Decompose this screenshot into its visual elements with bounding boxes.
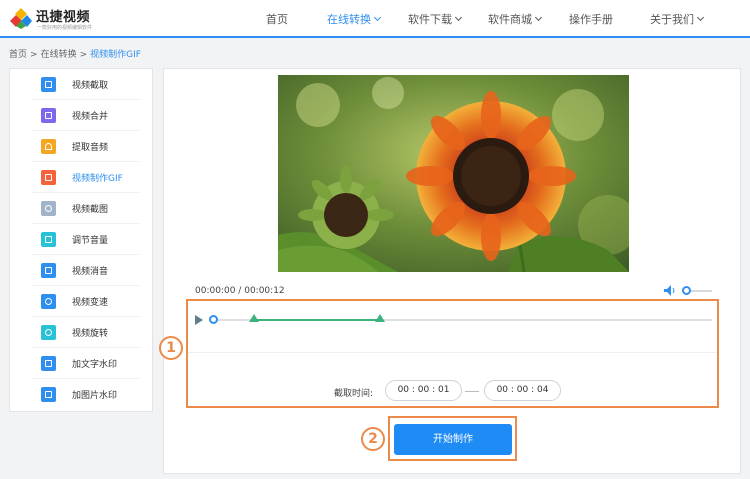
sidebar-item-video-gif[interactable]: 视频制作GIF bbox=[32, 162, 140, 193]
callout-marker-2: 2 bbox=[361, 427, 385, 451]
sidebar-item-label: 提取音频 bbox=[72, 143, 109, 153]
nav-home[interactable]: 首页 bbox=[266, 11, 288, 27]
start-make-button[interactable]: 开始制作 bbox=[394, 424, 512, 455]
range-dash bbox=[465, 391, 479, 392]
sidebar-item-label: 视频消音 bbox=[72, 267, 109, 277]
cut-time-label: 截取时间: bbox=[334, 389, 374, 399]
nav-manual[interactable]: 操作手册 bbox=[569, 11, 613, 27]
sidebar: 视频截取 视频合并 提取音频 视频制作GIF 视频截图 调节音量 视频消音 视频… bbox=[9, 68, 153, 412]
logo-icon[interactable] bbox=[10, 7, 32, 29]
main-panel: 00:00:00 / 00:00:12 截取时间: 00 : 00 : 01 0… bbox=[163, 68, 741, 474]
sidebar-item-video-merge[interactable]: 视频合并 bbox=[32, 100, 140, 131]
brand-name[interactable]: 迅捷视频 bbox=[36, 6, 90, 25]
sidebar-item-label: 视频截图 bbox=[72, 205, 109, 215]
chevron-down-icon bbox=[696, 13, 705, 22]
sidebar-item-image-watermark[interactable]: 加图片水印 bbox=[32, 379, 140, 410]
nav-software-download-label: 软件下载 bbox=[408, 13, 452, 26]
sidebar-item-label: 视频变速 bbox=[72, 298, 109, 308]
sidebar-item-label: 视频截取 bbox=[72, 81, 109, 91]
nav-about[interactable]: 关于我们 bbox=[650, 11, 705, 27]
sidebar-item-adjust-volume[interactable]: 调节音量 bbox=[32, 224, 140, 255]
volume-icon[interactable] bbox=[664, 285, 676, 296]
nav-online-convert[interactable]: 在线转换 bbox=[327, 11, 382, 27]
nav-about-label: 关于我们 bbox=[650, 13, 694, 26]
sidebar-item-video-speed[interactable]: 视频变速 bbox=[32, 286, 140, 317]
current-time: 00:00:00 bbox=[195, 286, 236, 296]
time-separator: / bbox=[238, 286, 242, 296]
timeline-selected-range bbox=[254, 319, 380, 321]
breadcrumb-current: 视频制作GIF bbox=[90, 50, 141, 60]
scissors-icon bbox=[41, 201, 56, 216]
gif-icon bbox=[41, 170, 56, 185]
nav-online-convert-label: 在线转换 bbox=[327, 13, 371, 26]
nav-software-store-label: 软件商城 bbox=[488, 13, 532, 26]
rotate-icon bbox=[41, 325, 56, 340]
breadcrumb-separator: > bbox=[30, 50, 38, 60]
cut-end-time-input[interactable]: 00 : 00 : 04 bbox=[484, 380, 561, 401]
brand-slogan: 一款好用的视频编辑软件 bbox=[37, 25, 93, 31]
callout-marker-1: 1 bbox=[159, 336, 183, 360]
timeline-playhead[interactable] bbox=[209, 315, 218, 324]
sidebar-item-label: 视频制作GIF bbox=[72, 174, 123, 184]
play-icon[interactable] bbox=[195, 315, 203, 325]
chevron-down-icon bbox=[534, 13, 543, 22]
range-start-handle[interactable] bbox=[249, 314, 259, 322]
sidebar-item-extract-audio[interactable]: 提取音频 bbox=[32, 131, 140, 162]
duration-time: 00:00:12 bbox=[244, 286, 285, 296]
nav-manual-label: 操作手册 bbox=[569, 13, 613, 26]
sidebar-item-label: 加文字水印 bbox=[72, 360, 118, 370]
video-preview[interactable] bbox=[278, 75, 629, 272]
sidebar-item-text-watermark[interactable]: 加文字水印 bbox=[32, 348, 140, 379]
crop-icon bbox=[41, 77, 56, 92]
sidebar-item-label: 加图片水印 bbox=[72, 391, 118, 401]
sidebar-item-label: 调节音量 bbox=[72, 236, 109, 246]
volume-slider-knob[interactable] bbox=[682, 286, 691, 295]
headphones-icon bbox=[41, 139, 56, 154]
sidebar-item-video-cut[interactable]: 视频截取 bbox=[32, 69, 140, 100]
sidebar-item-label: 视频旋转 bbox=[72, 329, 109, 339]
breadcrumb: 首页 > 在线转换 > 视频制作GIF bbox=[9, 47, 141, 60]
breadcrumb-separator: > bbox=[79, 50, 88, 60]
speaker-icon bbox=[41, 232, 56, 247]
chevron-down-icon bbox=[373, 13, 382, 22]
merge-icon bbox=[41, 108, 56, 123]
playback-time: 00:00:00 / 00:00:12 bbox=[195, 286, 285, 296]
cut-start-time-input[interactable]: 00 : 00 : 01 bbox=[385, 380, 462, 401]
range-end-handle[interactable] bbox=[375, 314, 385, 322]
speed-icon bbox=[41, 294, 56, 309]
mute-video-icon bbox=[41, 263, 56, 278]
sidebar-item-video-screenshot[interactable]: 视频截图 bbox=[32, 193, 140, 224]
text-watermark-icon bbox=[41, 356, 56, 371]
nav-software-download[interactable]: 软件下载 bbox=[408, 11, 463, 27]
divider bbox=[188, 352, 717, 353]
chevron-down-icon bbox=[454, 13, 463, 22]
breadcrumb-home[interactable]: 首页 bbox=[9, 50, 27, 60]
nav-home-label: 首页 bbox=[266, 13, 288, 26]
top-header: 迅捷视频 一款好用的视频编辑软件 首页 在线转换 软件下载 软件商城 操作手册 … bbox=[0, 0, 750, 38]
sidebar-item-video-rotate[interactable]: 视频旋转 bbox=[32, 317, 140, 348]
breadcrumb-online-convert[interactable]: 在线转换 bbox=[41, 50, 77, 60]
sidebar-item-label: 视频合并 bbox=[72, 112, 109, 122]
image-watermark-icon bbox=[41, 387, 56, 402]
sidebar-item-video-mute[interactable]: 视频消音 bbox=[32, 255, 140, 286]
nav-software-store[interactable]: 软件商城 bbox=[488, 11, 543, 27]
